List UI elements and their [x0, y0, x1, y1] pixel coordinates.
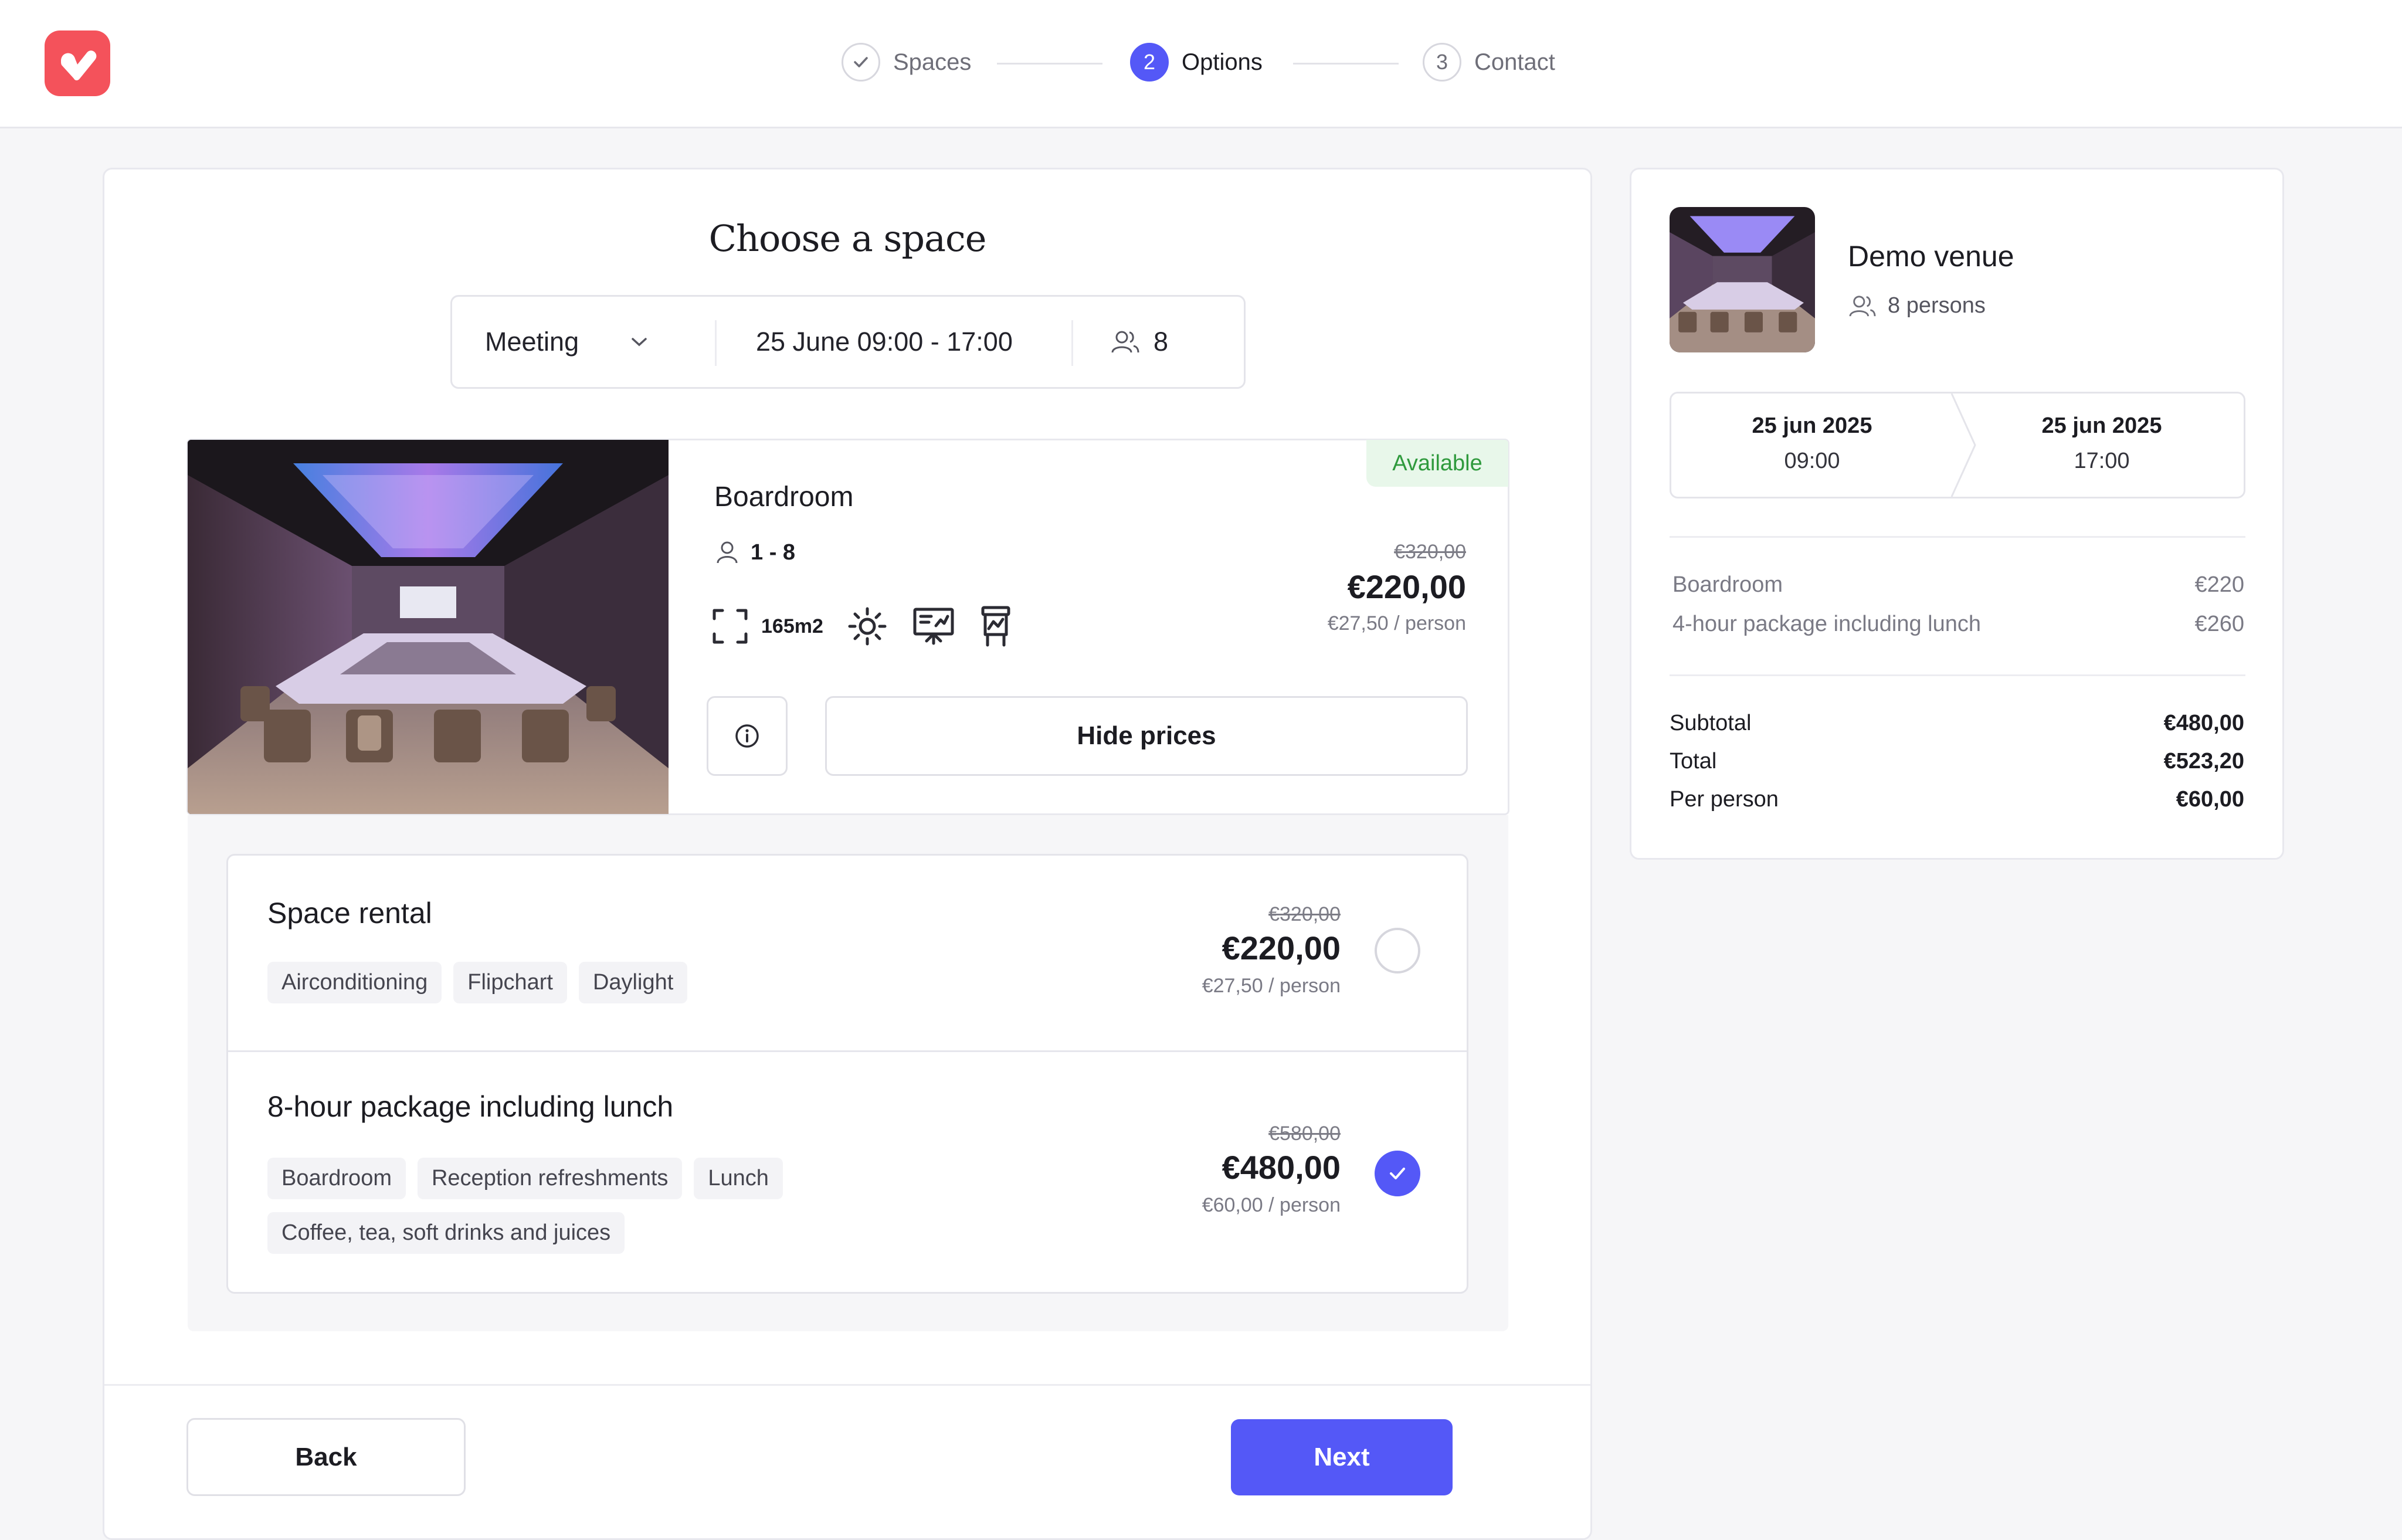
filter-bar: Meeting 25 June 09:00 - 17:00 8 [450, 295, 1246, 389]
start-date: 25 jun 2025 [1752, 413, 1872, 438]
step-label: Contact [1474, 49, 1555, 75]
divider [1670, 536, 2245, 538]
chevron-down-icon [632, 338, 647, 347]
step-spaces[interactable]: Spaces [842, 41, 971, 83]
step-connector [1293, 63, 1399, 65]
step-number: 2 [1130, 43, 1169, 82]
area: 165m2 [711, 607, 823, 646]
end-time: 17:00 [2074, 449, 2130, 473]
chip: Boardroom [267, 1158, 406, 1199]
footer-divider [104, 1384, 1590, 1386]
check-icon [842, 43, 880, 82]
event-type-select[interactable]: Meeting [485, 297, 684, 387]
flipchart-icon [981, 606, 1010, 647]
users-icon [1849, 295, 1876, 317]
step-options[interactable]: 2 Options [1130, 41, 1263, 83]
step-label: Options [1182, 49, 1263, 75]
venue-persons: 8 persons [1848, 293, 1986, 318]
chip: Coffee, tea, soft drinks and juices [267, 1212, 625, 1254]
step-contact[interactable]: 3 Contact [1423, 41, 1555, 83]
info-button[interactable] [707, 696, 788, 776]
summary-lines: Boardroom €220 4-hour package including … [1672, 572, 2244, 637]
option-radio-checked[interactable] [1375, 1151, 1420, 1196]
chip: Flipchart [453, 962, 567, 1003]
option-8-hour-package[interactable]: 8-hour package including lunch Boardroom… [226, 1052, 1468, 1294]
option-per-person: €27,50 / person [1202, 975, 1341, 997]
person-icon [717, 541, 738, 564]
area-icon [713, 609, 748, 644]
page-title: Choose a space [708, 217, 987, 260]
space-name: Boardroom [714, 481, 854, 513]
subtotal-row: Subtotal €480,00 [1670, 711, 2244, 735]
hide-prices-button[interactable]: Hide prices [825, 696, 1468, 776]
presentation-screen-icon [913, 608, 954, 645]
date-time-picker[interactable]: 25 June 09:00 - 17:00 [756, 297, 1013, 387]
venue-thumbnail [1670, 207, 1815, 352]
arrow-divider [1950, 394, 1976, 497]
option-title: 8-hour package including lunch [267, 1090, 674, 1123]
start-time: 09:00 [1784, 449, 1840, 473]
space-price-per-person: €27,50 / person [1327, 612, 1466, 635]
option-price: €480,00 [1222, 1149, 1341, 1186]
end-date: 25 jun 2025 [2041, 413, 2162, 438]
step-number: 3 [1423, 43, 1461, 82]
amenities-row: 165m2 [711, 604, 1012, 649]
top-header: Spaces 2 Options 3 Contact [0, 0, 2402, 128]
space-capacity: 1 - 8 [714, 540, 795, 565]
step-label: Spaces [893, 49, 972, 75]
back-button[interactable]: Back [186, 1418, 466, 1496]
option-per-person: €60,00 / person [1202, 1194, 1341, 1216]
summary-totals: Subtotal €480,00 Total €523,20 Per perso… [1670, 711, 2244, 812]
date-range: 25 jun 2025 09:00 25 jun 2025 17:00 [1670, 392, 2245, 498]
space-price-old: €320,00 [1394, 541, 1466, 563]
space-photo[interactable] [188, 440, 669, 814]
chip: Lunch [694, 1158, 783, 1199]
venue-name: Demo venue [1848, 240, 2014, 273]
summary-line: 4-hour package including lunch €260 [1672, 612, 2244, 636]
option-price: €220,00 [1222, 930, 1341, 966]
users-icon [1111, 331, 1139, 353]
step-connector [997, 63, 1102, 65]
info-icon [735, 724, 759, 748]
persons-picker[interactable]: 8 [1110, 297, 1168, 387]
option-chips: Boardroom Reception refreshments Lunch Coff… [267, 1158, 854, 1267]
divider [1670, 674, 2245, 676]
option-space-rental[interactable]: Space rental Airconditioning Flipchart Day… [226, 854, 1468, 1051]
daylight-icon [848, 607, 887, 646]
status-badge: Available [1366, 440, 1508, 487]
chip: Reception refreshments [417, 1158, 683, 1199]
option-radio[interactable] [1375, 928, 1420, 973]
option-chips: Airconditioning Flipchart Daylight [267, 962, 699, 1016]
option-title: Space rental [267, 897, 432, 930]
check-icon [1390, 1168, 1405, 1179]
chip: Airconditioning [267, 962, 442, 1003]
summary-line: Boardroom €220 [1672, 572, 2244, 597]
brand-logo-icon[interactable] [45, 30, 110, 96]
chip: Daylight [578, 962, 688, 1003]
per-person-row: Per person €60,00 [1670, 787, 2244, 812]
space-price: €220,00 [1347, 568, 1466, 605]
next-button[interactable]: Next [1231, 1419, 1453, 1495]
total-row: Total €523,20 [1670, 749, 2244, 774]
